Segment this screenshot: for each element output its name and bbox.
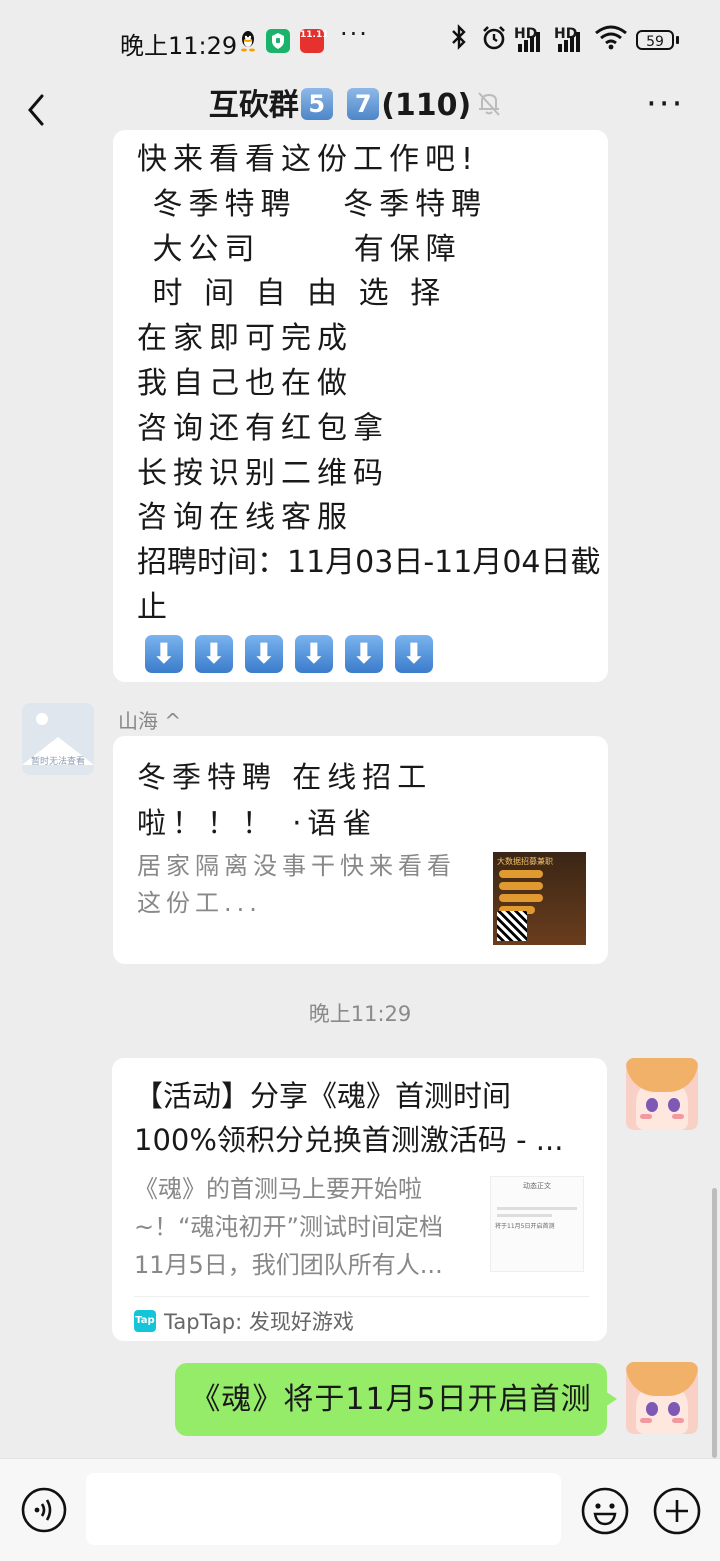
group-title: 互砍群 5 7 (110) [0, 86, 720, 126]
plus-icon [653, 1487, 701, 1535]
avatar-eye [668, 1098, 680, 1112]
down-arrow-row: ⬇ ⬇ ⬇ ⬇ ⬇ ⬇ [145, 634, 584, 673]
message-bubble-sent[interactable]: 《魂》将于11月5日开启首测 [175, 1363, 617, 1436]
signal-strength-2-icon [558, 30, 580, 52]
smiley-icon [581, 1487, 629, 1535]
wifi-icon [594, 24, 628, 56]
card-title-line1: 【活动】分享《魂》首测时间 [134, 1079, 512, 1113]
message-bubble-job-ad[interactable]: 快来看看这份工作吧! 冬季特聘 冬季特聘 大公司 有保障 时 间 自 由 选 择… [113, 130, 608, 682]
card-title: 冬季特聘 在线招工啦！！！ ·语雀 [137, 760, 433, 840]
chat-timestamp: 晚上11:29 [308, 1002, 412, 1026]
thumb-bar [499, 870, 543, 878]
avatar-eye [646, 1098, 658, 1112]
link-card-yuque[interactable]: 冬季特聘 在线招工啦！！！ ·语雀 居家隔离没事干快来看看这份工... 大数据招… [113, 736, 608, 964]
card-thumbnail: 动态正文 将于11月5日开启首测 [490, 1176, 584, 1272]
avatar-placeholder-text: 暂时无法查看 [30, 757, 85, 767]
avatar-hair [626, 1058, 698, 1092]
signal-strength-1-icon [518, 30, 540, 52]
card-title-line2: 100%领积分兑换首测激活码 - ... [134, 1123, 564, 1157]
shield-app-icon [266, 29, 290, 53]
muted-bell-icon [474, 88, 504, 118]
voice-input-button[interactable] [20, 1486, 68, 1534]
message-line: 长按识别二维码 [137, 455, 389, 491]
message-line: 止 [137, 589, 167, 625]
member-count: (110) [381, 88, 472, 123]
bluetooth-icon [450, 24, 468, 56]
card-divider [134, 1296, 589, 1297]
avatar-hair [626, 1362, 698, 1396]
my-avatar[interactable] [626, 1362, 698, 1434]
battery-tip [676, 36, 679, 44]
input-bar [0, 1458, 720, 1561]
down-arrow-icon: ⬇ [395, 634, 433, 673]
message-line: 快来看看这份工作吧! [137, 142, 480, 177]
avatar-blush [640, 1114, 652, 1119]
avatar-eye [646, 1402, 658, 1416]
qq-penguin-icon [236, 29, 260, 53]
message-line: 时 间 自 由 选 择 [137, 276, 447, 312]
avatar-blush [672, 1114, 684, 1119]
thumbnail-title: 大数据招募兼职 [497, 857, 553, 866]
thumbnail-text: 将于11月5日开启首测 [495, 1223, 555, 1230]
down-arrow-icon: ⬇ [295, 634, 333, 673]
down-arrow-icon: ⬇ [195, 634, 233, 673]
message-line: 我自己也在做 [137, 365, 353, 401]
message-line: 咨询在线客服 [137, 500, 353, 536]
avatar-placeholder[interactable]: 暂时无法查看 [22, 703, 94, 775]
card-source: Tap TapTap: 发现好游戏 [134, 1306, 354, 1336]
status-time: 晚上11:29 [120, 32, 238, 60]
more-functions-button[interactable] [652, 1486, 702, 1536]
message-line: 大公司 有保障 [137, 231, 462, 267]
message-input[interactable] [86, 1473, 561, 1545]
sender-name: 山海 ^ [118, 709, 182, 733]
battery-indicator: 59 [636, 30, 674, 50]
avatar-eye [668, 1402, 680, 1416]
more-options-button[interactable]: ··· [646, 84, 684, 124]
group-title-text: 互砍群 [208, 88, 299, 123]
down-arrow-icon: ⬇ [245, 634, 283, 673]
link-card-taptap[interactable]: 【活动】分享《魂》首测时间 100%领积分兑换首测激活码 - ... 《魂》的首… [112, 1058, 607, 1341]
message-line: 招聘时间：11月03日-11月04日截 [137, 545, 601, 581]
thumb-line [497, 1207, 577, 1210]
message-line: 在家即可完成 [137, 321, 353, 357]
message-line: 咨询还有红包拿 [137, 410, 389, 446]
message-line: 冬季特聘 冬季特聘 [137, 186, 488, 222]
thumbnail-header: 动态正文 [523, 1182, 551, 1190]
thumb-bar [499, 894, 543, 902]
status-bar: 晚上11:29 11.11 ··· HD HD 59 [0, 0, 720, 84]
taptap-logo-icon: Tap [134, 1310, 156, 1332]
alarm-icon [480, 24, 508, 58]
emoji-button[interactable] [580, 1486, 630, 1536]
taobao-1111-icon: 11.11 [300, 29, 328, 53]
voice-icon [21, 1487, 67, 1533]
avatar-blush [640, 1418, 652, 1423]
image-placeholder-icon [36, 713, 48, 725]
card-thumbnail: 大数据招募兼职 [493, 852, 586, 945]
chat-scrollbar[interactable] [712, 1188, 717, 1458]
card-description: 《魂》的首测马上要开始啦~！“魂沌初开”测试时间定档11月5日，我们团队所有人.… [134, 1175, 443, 1279]
my-avatar[interactable] [626, 1058, 698, 1130]
thumb-bar [499, 882, 543, 890]
qr-code-icon [497, 911, 527, 941]
down-arrow-icon: ⬇ [345, 634, 383, 673]
source-label: TapTap: 发现好游戏 [164, 1310, 354, 1334]
thumb-line [497, 1214, 553, 1217]
avatar-blush [672, 1418, 684, 1423]
card-description: 居家隔离没事干快来看看这份工... [137, 852, 456, 917]
title-badge-5: 5 [300, 88, 333, 120]
title-badge-7: 7 [347, 88, 380, 120]
status-overflow-dots: ··· [340, 20, 369, 48]
down-arrow-icon: ⬇ [145, 634, 183, 673]
